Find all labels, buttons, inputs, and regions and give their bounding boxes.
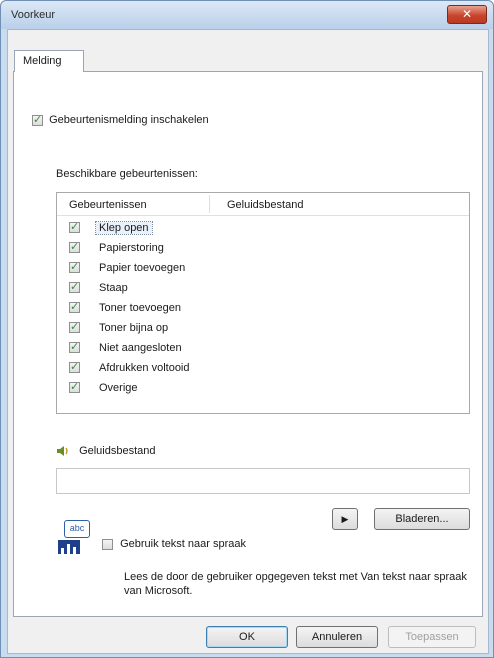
event-label: Afdrukken voltooid (99, 362, 190, 374)
tts-checkbox[interactable] (102, 538, 113, 550)
event-label: Toner bijna op (99, 322, 169, 334)
cancel-button[interactable]: Annuleren (296, 626, 378, 648)
tts-sound-bars (58, 540, 80, 554)
column-header-events[interactable]: Gebeurtenissen (69, 199, 147, 211)
event-row[interactable]: Afdrukken voltooid (57, 359, 469, 377)
event-row[interactable]: Papierstoring (57, 239, 469, 257)
ok-button[interactable]: OK (206, 626, 288, 648)
tab-panel: Gebeurtenismelding inschakelen Beschikba… (13, 71, 483, 617)
sound-file-label: Geluidsbestand (79, 444, 156, 457)
event-row[interactable]: Toner toevoegen (57, 299, 469, 317)
event-label: Klep open (95, 221, 153, 235)
speaker-icon (57, 446, 68, 456)
available-events-label: Beschikbare gebeurtenissen: (56, 168, 198, 180)
dialog-window: Voorkeur ✕ Melding Gebeurtenismelding in… (0, 0, 494, 658)
window-title: Voorkeur (11, 9, 56, 21)
event-label: Niet aangesloten (99, 342, 182, 354)
event-checkbox[interactable] (69, 300, 80, 313)
sound-file-input[interactable] (56, 468, 470, 494)
events-list[interactable]: Gebeurtenissen Geluidsbestand Klep open P… (56, 192, 470, 414)
title-bar[interactable]: Voorkeur ✕ (1, 1, 493, 29)
tts-description: Lees de door de gebruiker opgegeven teks… (124, 571, 467, 597)
event-checkbox[interactable] (69, 360, 80, 373)
event-label: Papierstoring (99, 242, 164, 254)
tts-icon-text: abc (64, 520, 90, 538)
event-label: Overige (99, 382, 138, 394)
events-list-header: Gebeurtenissen Geluidsbestand (57, 193, 469, 216)
dialog-client-area: Melding Gebeurtenismelding inschakelen B… (7, 29, 489, 654)
event-checkbox[interactable] (69, 260, 80, 273)
text-to-speech-icon: abc (58, 520, 92, 556)
close-button[interactable]: ✕ (447, 5, 487, 24)
column-separator[interactable] (209, 195, 210, 213)
enable-notification-checkbox[interactable] (32, 113, 43, 126)
column-header-sound-file[interactable]: Geluidsbestand (227, 199, 303, 211)
tts-row[interactable]: Gebruik tekst naar spraak (102, 538, 246, 550)
apply-button[interactable]: Toepassen (388, 626, 476, 648)
event-row[interactable]: Klep open (57, 219, 469, 237)
event-row[interactable]: Toner bijna op (57, 319, 469, 337)
event-checkbox[interactable] (69, 280, 80, 293)
event-label: Toner toevoegen (99, 302, 181, 314)
event-row[interactable]: Overige (57, 379, 469, 397)
sound-file-header: Geluidsbestand (56, 444, 156, 458)
event-checkbox[interactable] (69, 380, 80, 393)
event-label: Papier toevoegen (99, 262, 186, 274)
enable-notification-row[interactable]: Gebeurtenismelding inschakelen (32, 113, 209, 126)
event-checkbox[interactable] (69, 340, 80, 353)
event-row[interactable]: Papier toevoegen (57, 259, 469, 277)
event-label: Staap (99, 282, 128, 294)
event-row[interactable]: Staap (57, 279, 469, 297)
tts-checkbox-label: Gebruik tekst naar spraak (120, 538, 247, 550)
event-checkbox[interactable] (69, 220, 80, 233)
enable-notification-label: Gebeurtenismelding inschakelen (49, 114, 209, 126)
event-checkbox[interactable] (69, 240, 80, 253)
tab-label: Melding (23, 55, 62, 67)
browse-button[interactable]: Bladeren... (374, 508, 470, 530)
event-row[interactable]: Niet aangesloten (57, 339, 469, 357)
tab-melding[interactable]: Melding (14, 50, 84, 72)
event-checkbox[interactable] (69, 320, 80, 333)
play-button[interactable]: ▶ (332, 508, 358, 530)
